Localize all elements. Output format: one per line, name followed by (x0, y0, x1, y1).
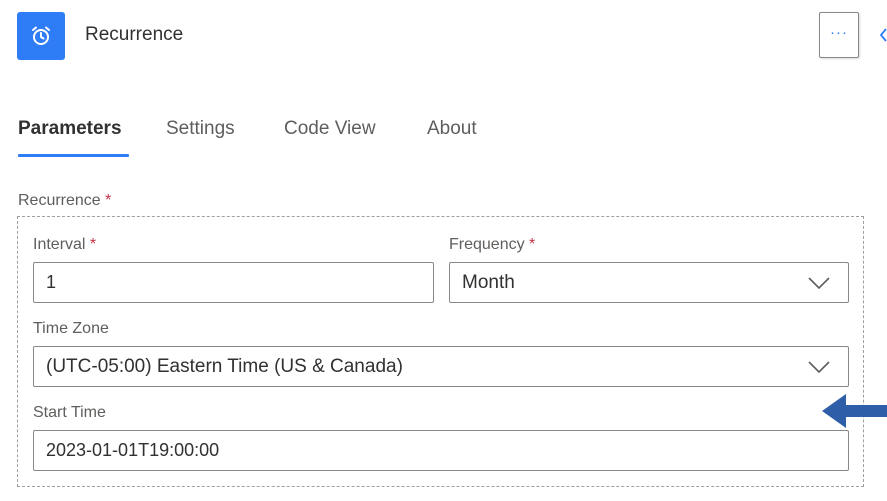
time-zone-value: (UTC-05:00) Eastern Time (US & Canada) (46, 355, 403, 377)
interval-input[interactable] (33, 262, 434, 303)
required-marker: * (529, 236, 536, 253)
frequency-dropdown[interactable]: Month (449, 262, 849, 303)
page-title: Recurrence (85, 24, 184, 45)
required-marker: * (105, 192, 112, 209)
required-marker: * (89, 236, 97, 253)
more-options-label: ··· (830, 23, 848, 41)
recurrence-panel: Recurrence ··· Parameters Settings Code … (0, 0, 887, 501)
tab-parameters[interactable]: Parameters (18, 118, 122, 140)
start-time-input[interactable] (33, 430, 849, 471)
tab-settings[interactable]: Settings (166, 118, 235, 140)
active-tab-indicator (18, 154, 129, 157)
recurrence-label: Recurrence * (18, 192, 111, 210)
chevron-down-icon (808, 276, 830, 289)
more-options-button[interactable]: ··· (819, 12, 859, 58)
chevron-left-icon[interactable] (878, 24, 887, 46)
recurrence-label-text: Recurrence (18, 192, 101, 209)
start-time-label: Start Time (33, 404, 106, 421)
interval-label-text: Interval (33, 236, 86, 253)
arrow-left-icon (822, 394, 887, 428)
tab-about[interactable]: About (427, 118, 477, 140)
tab-code-view[interactable]: Code View (284, 118, 376, 140)
interval-label: Interval * (33, 236, 96, 254)
time-zone-dropdown[interactable]: (UTC-05:00) Eastern Time (US & Canada) (33, 346, 849, 387)
chevron-down-icon (808, 360, 830, 373)
frequency-label: Frequency * (449, 236, 535, 254)
alarm-clock-icon (17, 12, 65, 60)
time-zone-label: Time Zone (33, 320, 109, 337)
frequency-label-text: Frequency (449, 236, 525, 253)
frequency-value: Month (462, 271, 515, 293)
